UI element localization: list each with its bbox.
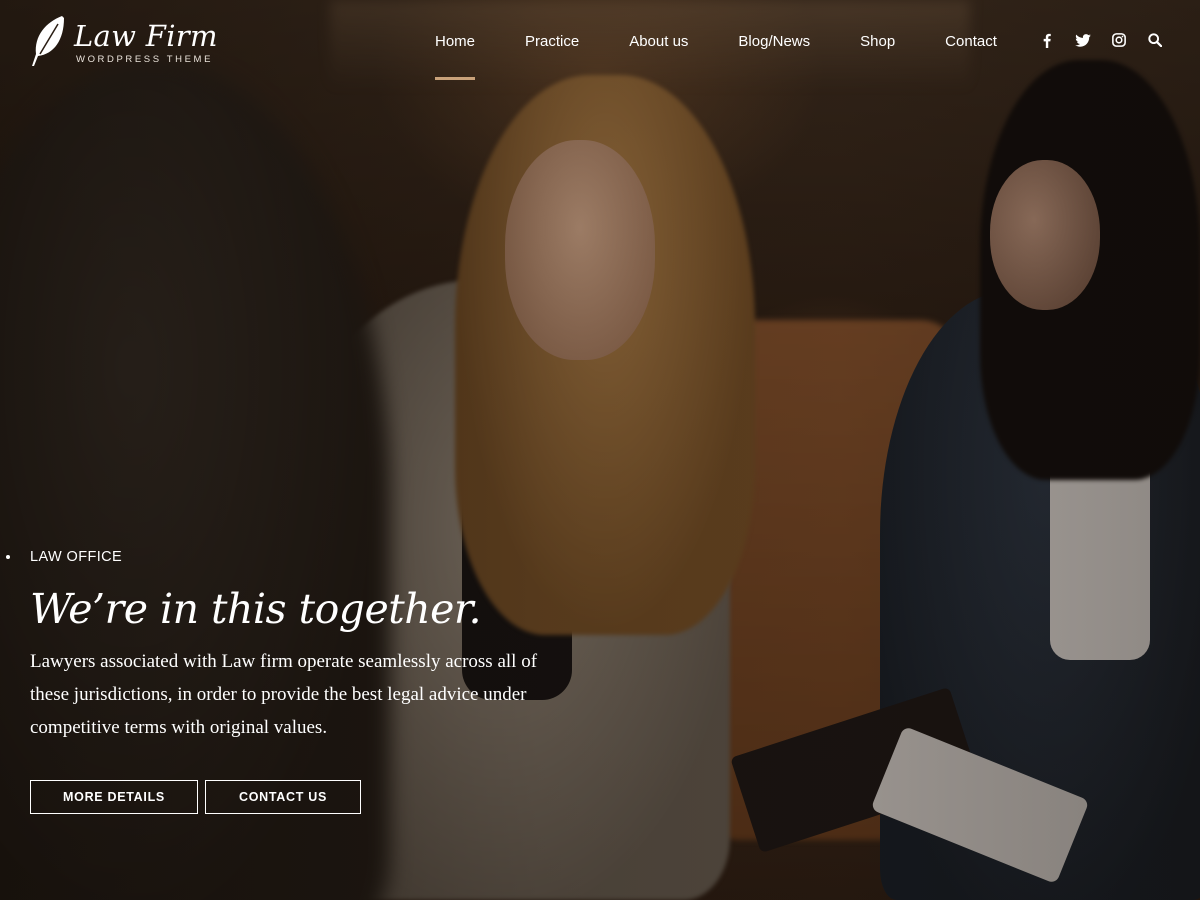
- feather-quill-icon: [28, 14, 68, 68]
- twitter-icon[interactable]: [1073, 28, 1092, 52]
- nav-item-contact[interactable]: Contact: [920, 0, 1022, 82]
- instagram-icon[interactable]: [1109, 28, 1128, 52]
- facebook-icon[interactable]: [1037, 28, 1056, 52]
- contact-us-button[interactable]: CONTACT US: [205, 780, 361, 814]
- nav-item-label: About us: [629, 32, 689, 50]
- site-header: Law Firm WORDPRESS THEME Home Practice A…: [0, 0, 1200, 82]
- hero-headline: We’re in this together.: [30, 585, 482, 633]
- active-indicator: [435, 77, 476, 80]
- nav-item-shop[interactable]: Shop: [835, 0, 920, 82]
- slider-pagination-dot[interactable]: [6, 555, 10, 559]
- nav-item-label: Shop: [860, 32, 896, 50]
- nav-item-about-us[interactable]: About us: [604, 0, 713, 82]
- hero-slide-content: LAW OFFICE We’re in this together. Lawye…: [30, 545, 590, 744]
- search-icon[interactable]: [1145, 28, 1164, 52]
- social-links: [1037, 28, 1164, 52]
- brand-tagline: WORDPRESS THEME: [76, 53, 214, 65]
- hero-background-image: [0, 0, 1200, 900]
- nav-item-label: Blog/News: [738, 32, 811, 50]
- nav-item-label: Contact: [945, 32, 997, 50]
- main-navigation: Home Practice About us Blog/News Shop Co…: [410, 0, 1022, 82]
- nav-item-practice[interactable]: Practice: [500, 0, 604, 82]
- more-details-button[interactable]: MORE DETAILS: [30, 780, 198, 814]
- brand-name: Law Firm: [74, 18, 218, 53]
- nav-item-blog-news[interactable]: Blog/News: [713, 0, 835, 82]
- nav-item-label: Home: [435, 32, 476, 50]
- hero-description: Lawyers associated with Law firm operate…: [30, 651, 538, 738]
- site-logo[interactable]: Law Firm WORDPRESS THEME: [28, 14, 218, 68]
- hero-kicker: LAW OFFICE: [30, 549, 123, 565]
- nav-item-home[interactable]: Home: [410, 0, 500, 82]
- nav-item-label: Practice: [525, 32, 580, 50]
- dark-overlay: [0, 0, 1200, 900]
- hero-buttons: MORE DETAILS CONTACT US: [30, 780, 361, 814]
